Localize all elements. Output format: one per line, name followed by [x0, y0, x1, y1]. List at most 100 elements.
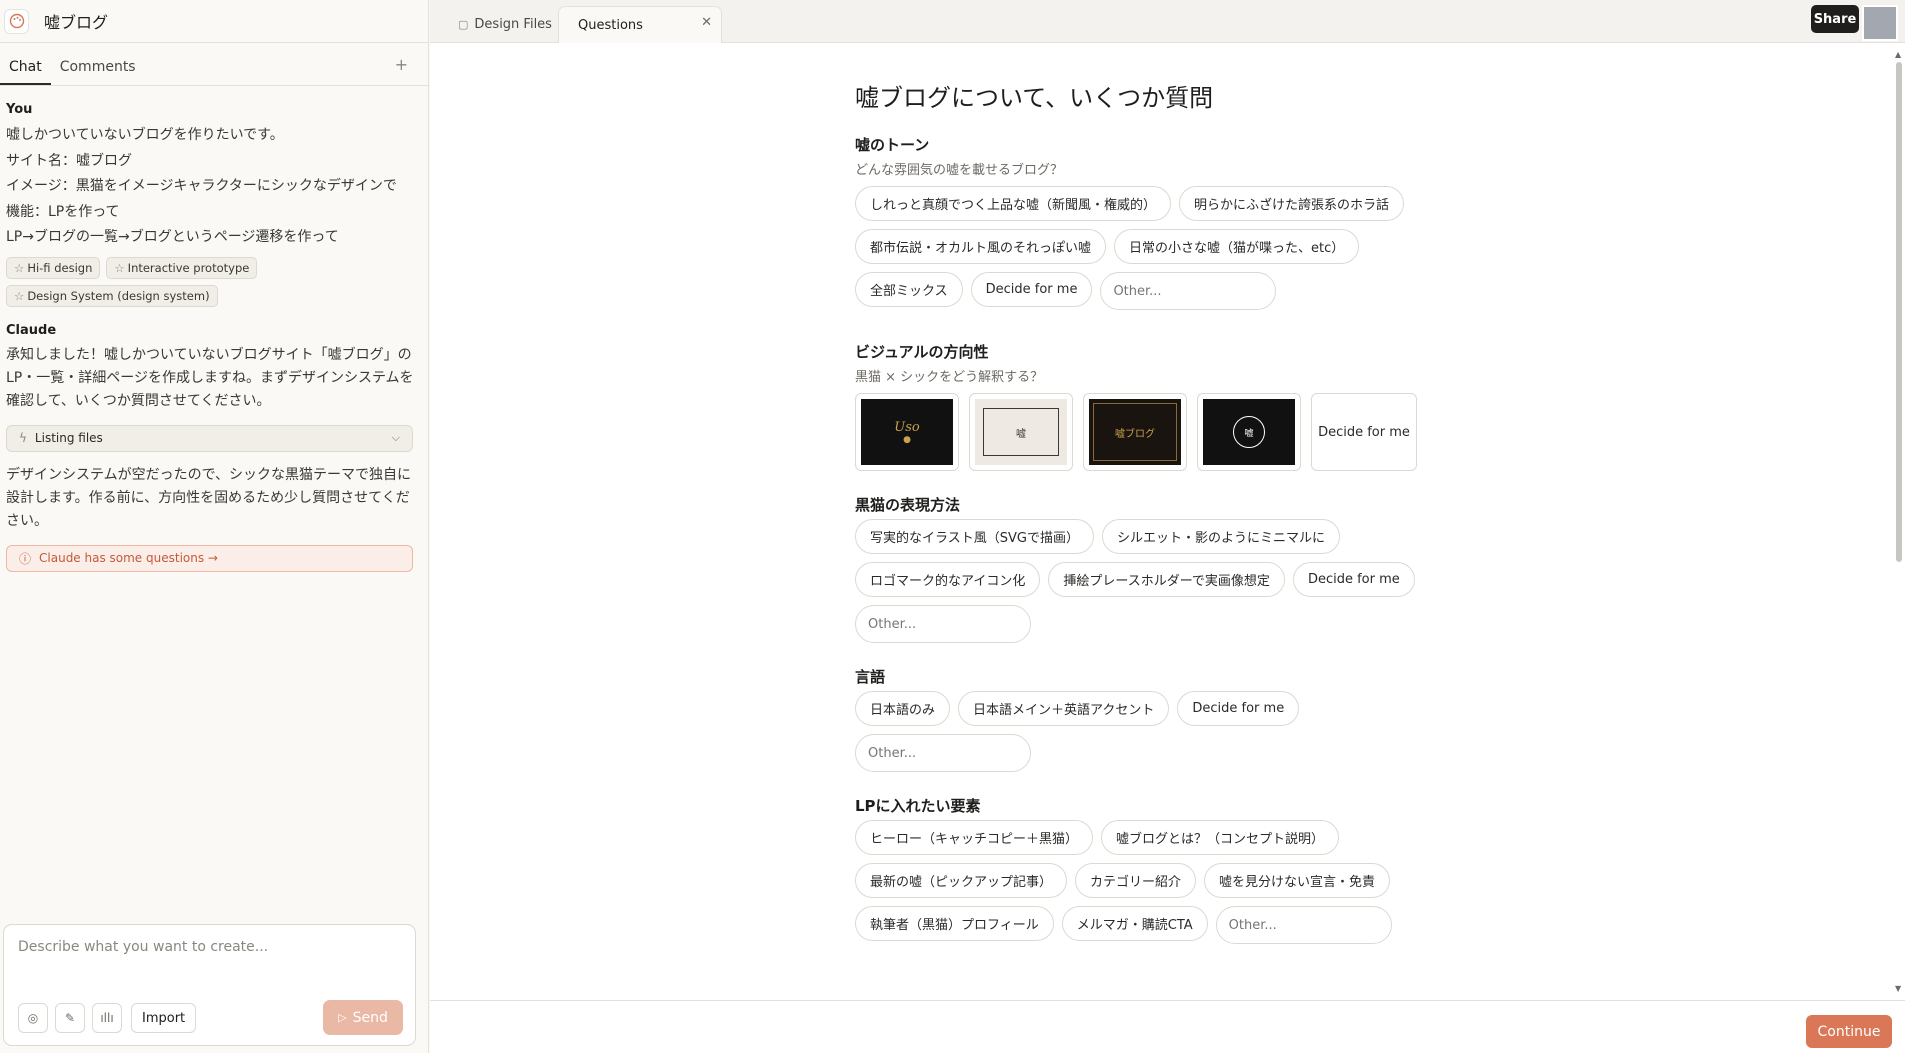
- import-button[interactable]: Import: [131, 1003, 197, 1033]
- visual-option-3[interactable]: 嘘ブログ: [1083, 393, 1187, 471]
- option-button[interactable]: カテゴリー紹介: [1075, 863, 1197, 898]
- continue-button[interactable]: Continue: [1806, 1015, 1892, 1048]
- chip-design-system[interactable]: ☆ Design System (design system): [6, 284, 218, 307]
- option-group: 写実的なイラスト風（SVGで描画） シルエット・影のようにミニマルに ロゴマーク…: [855, 519, 1415, 643]
- tab-comments[interactable]: Comments: [51, 59, 145, 85]
- listing-label: Listing files: [34, 431, 103, 445]
- tab-design-files[interactable]: ▢ Design Files: [458, 6, 552, 43]
- decide-for-me-button[interactable]: Decide for me: [970, 272, 1093, 307]
- footer-bar: Continue: [430, 1000, 1905, 1053]
- composer-input[interactable]: Describe what you want to create...: [18, 939, 268, 955]
- audio-wave-icon[interactable]: ıllı: [92, 1003, 122, 1033]
- option-button[interactable]: 嘘ブログとは？（コンセプト説明）: [1101, 820, 1340, 855]
- left-tabs: Chat Comments +: [0, 43, 428, 86]
- page-title: 嘘ブログについて、いくつか質問: [855, 84, 1214, 112]
- visual-option-label: 嘘ブログ: [1115, 428, 1155, 440]
- option-button[interactable]: 最新の嘘（ピックアップ記事）: [855, 863, 1068, 898]
- assistant-message: 承知しました！嘘しかついていないブログサイト「嘘ブログ」のLP・一覧・詳細ページ…: [6, 346, 414, 409]
- chip-hifi[interactable]: ☆ Hi-fi design: [6, 256, 101, 279]
- questions-form: 嘘ブログについて、いくつか質問 嘘のトーン どんな雰囲気の嘘を載せるブログ？ し…: [855, 78, 1535, 968]
- other-input[interactable]: [1215, 906, 1392, 944]
- avatar[interactable]: [1862, 5, 1898, 41]
- option-button[interactable]: 全部ミックス: [855, 272, 963, 307]
- other-input[interactable]: [855, 605, 1031, 643]
- tab-chat[interactable]: Chat: [0, 59, 51, 85]
- option-button[interactable]: 都市伝説・オカルト風のそれっぽい嘘: [855, 229, 1107, 264]
- visual-options: Uso ● 嘘 嘘ブログ 嘘 Decide for me: [855, 393, 1535, 471]
- decide-for-me-button[interactable]: Decide for me: [1311, 393, 1417, 471]
- tab-questions[interactable]: Questions ✕: [558, 6, 722, 43]
- star-icon: ☆: [14, 288, 25, 303]
- option-button[interactable]: 明らかにふざけた誇張系のホラ話: [1179, 186, 1405, 221]
- send-icon: ▷: [338, 1011, 347, 1024]
- option-button[interactable]: ロゴマーク的なアイコン化: [855, 562, 1041, 597]
- questions-link[interactable]: ⓘ Claude has some questions →: [6, 544, 413, 572]
- option-button[interactable]: 執筆者（黒猫）プロフィール: [855, 906, 1054, 941]
- canvas-panel: ▢ Design Files Questions ✕ Share 嘘ブログについ…: [430, 0, 1905, 1053]
- visual-option-2[interactable]: 嘘: [969, 393, 1073, 471]
- question-cat: 黒猫の表現方法 写実的なイラスト風（SVGで描画） シルエット・影のようにミニマ…: [855, 495, 1535, 643]
- option-group: ヒーロー（キャッチコピー＋黒猫） 嘘ブログとは？（コンセプト説明） 最新の嘘（ピ…: [855, 820, 1415, 944]
- scrollbar[interactable]: [1896, 62, 1902, 562]
- visual-option-label: 嘘: [1244, 428, 1254, 439]
- settings-icon[interactable]: ◎: [18, 1003, 48, 1033]
- visual-option-4[interactable]: 嘘: [1197, 393, 1301, 471]
- speaker-you: You: [6, 102, 33, 117]
- question-subtitle: どんな雰囲気の嘘を載せるブログ？: [855, 163, 1064, 178]
- listing-files-toggle[interactable]: ϟ Listing files ⌵: [6, 424, 413, 452]
- question-circle-icon: ⓘ: [19, 551, 32, 566]
- send-button[interactable]: ▷ Send: [323, 1000, 403, 1035]
- file-tabs: ▢ Design Files Questions ✕ Share: [430, 0, 1905, 43]
- chevron-down-icon: ⌵: [391, 431, 400, 444]
- option-button[interactable]: 嘘を見分けない宣言・免責: [1204, 863, 1391, 898]
- option-button[interactable]: 日本語のみ: [855, 691, 951, 726]
- visual-option-label: Uso: [894, 419, 920, 435]
- question-heading: 言語: [855, 668, 886, 686]
- visual-option-frame: 嘘ブログ: [1093, 403, 1177, 461]
- option-button[interactable]: 挿絵プレースホルダーで実画像想定: [1048, 562, 1285, 597]
- option-button[interactable]: 写実的なイラスト風（SVGで描画）: [855, 519, 1094, 554]
- question-visual: ビジュアルの方向性 黒猫 × シックをどう解釈する？ Uso ● 嘘 嘘ブログ …: [855, 342, 1535, 471]
- option-button[interactable]: 日本語メイン＋英語アクセント: [958, 691, 1170, 726]
- file-icon: ▢: [458, 18, 469, 31]
- star-icon: ☆: [14, 260, 25, 275]
- project-header: 嘘ブログ: [0, 0, 428, 43]
- decide-for-me-button[interactable]: Decide for me: [1177, 691, 1300, 726]
- speaker-claude: Claude: [6, 322, 57, 338]
- project-title: 嘘ブログ: [44, 13, 109, 32]
- question-tone: 嘘のトーン どんな雰囲気の嘘を載せるブログ？ しれっと真顔でつく上品な嘘（新聞風…: [855, 135, 1535, 310]
- chat-panel: 嘘ブログ Chat Comments + You 嘘しかついていないブログを作り…: [0, 0, 429, 1053]
- question-heading: ビジュアルの方向性: [855, 343, 989, 361]
- other-input[interactable]: [855, 734, 1031, 772]
- close-icon[interactable]: ✕: [701, 15, 712, 30]
- lightning-icon: ϟ: [19, 431, 27, 445]
- option-button[interactable]: メルマガ・購読CTA: [1061, 906, 1208, 941]
- scroll-down-icon[interactable]: ▼: [1895, 984, 1901, 993]
- scroll-up-icon[interactable]: ▲: [1895, 50, 1901, 59]
- other-input[interactable]: [1100, 272, 1277, 310]
- add-tab-icon[interactable]: +: [395, 55, 408, 74]
- message-composer[interactable]: Describe what you want to create... ◎ ✎ …: [3, 924, 416, 1046]
- user-message-line: イメージ：黒猫をイメージキャラクターにシックなデザインで: [6, 178, 397, 194]
- visual-option-circle: 嘘: [1233, 416, 1265, 448]
- paperclip-icon[interactable]: ✎: [55, 1003, 85, 1033]
- questions-link-label: Claude has some questions →: [39, 551, 218, 565]
- question-subtitle: 黒猫 × シックをどう解釈する？: [855, 370, 1044, 385]
- dot-icon: ●: [903, 434, 911, 445]
- decide-for-me-button[interactable]: Decide for me: [1292, 562, 1415, 597]
- user-message-line: LP→ブログの一覧→ブログというページ遷移を作って: [6, 229, 339, 245]
- visual-option-1[interactable]: Uso ●: [855, 393, 959, 471]
- user-message-line: サイト名：嘘ブログ: [6, 152, 132, 169]
- question-heading: 黒猫の表現方法: [855, 496, 961, 514]
- question-language: 言語 日本語のみ 日本語メイン＋英語アクセント Decide for me: [855, 667, 1535, 772]
- chip-prototype[interactable]: ☆ Interactive prototype: [106, 256, 258, 279]
- option-button[interactable]: 日常の小さな嘘（猫が喋った、etc）: [1114, 229, 1360, 264]
- visual-option-label: 嘘: [1016, 428, 1026, 440]
- question-lp-elements: LPに入れたい要素 ヒーロー（キャッチコピー＋黒猫） 嘘ブログとは？（コンセプト…: [855, 796, 1535, 944]
- share-button[interactable]: Share: [1811, 5, 1859, 33]
- palette-icon[interactable]: [4, 8, 29, 34]
- star-icon: ☆: [114, 260, 125, 275]
- option-button[interactable]: シルエット・影のようにミニマルに: [1101, 519, 1340, 554]
- option-button[interactable]: ヒーロー（キャッチコピー＋黒猫）: [855, 820, 1094, 855]
- option-button[interactable]: しれっと真顔でつく上品な嘘（新聞風・権威的）: [855, 186, 1172, 221]
